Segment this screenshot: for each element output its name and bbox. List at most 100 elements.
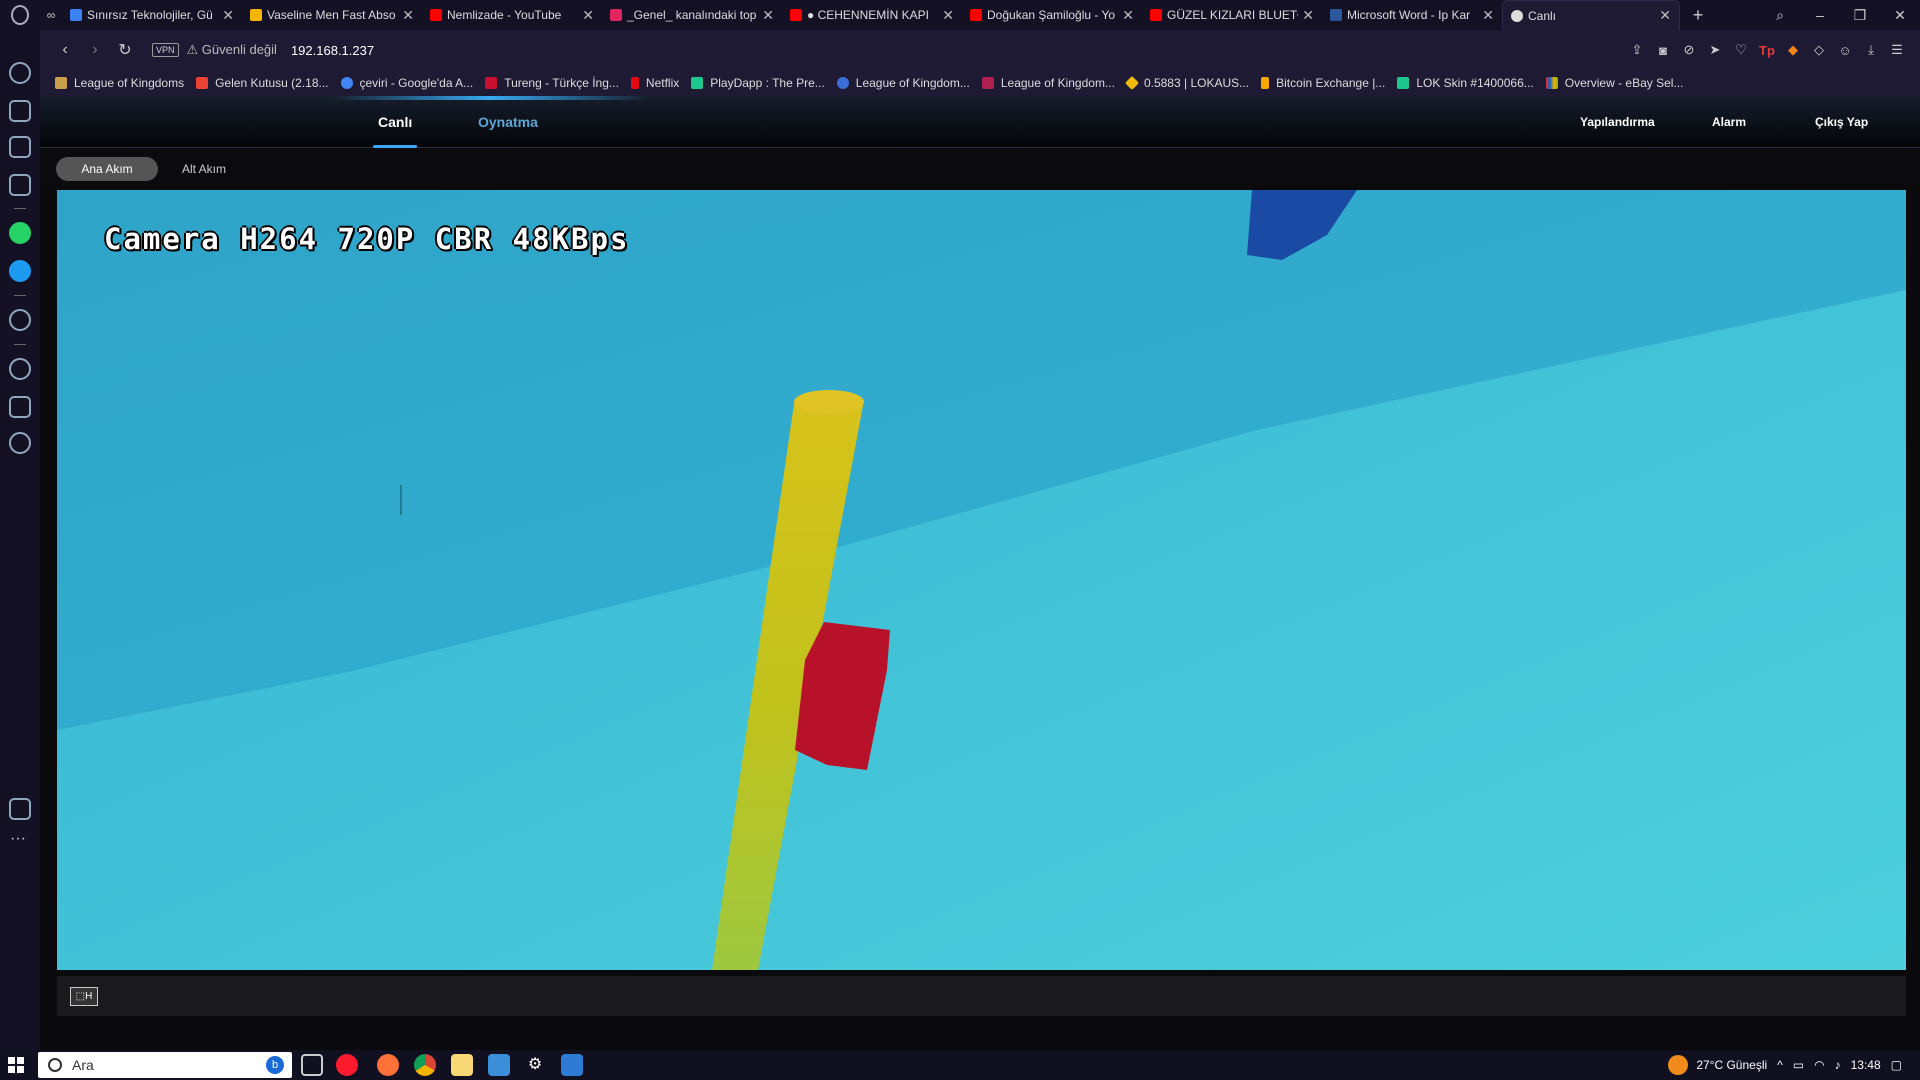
tab-configuration[interactable]: Yapılandırma (1580, 96, 1655, 148)
stream-quality-button[interactable]: ⬚H (70, 987, 98, 1006)
whatsapp-icon[interactable] (9, 222, 31, 244)
browser-tab[interactable]: Doğukan Şamiloğlu - Yo ✕ (962, 0, 1142, 30)
browser-tab-active[interactable]: Canlı ✕ (1502, 0, 1680, 30)
bookmark[interactable]: PlayDapp : The Pre... (691, 76, 825, 90)
easy-setup-menu-icon[interactable]: ☰ (1884, 42, 1910, 58)
tab-favicon-icon (610, 9, 622, 21)
close-tab-icon[interactable]: ✕ (402, 7, 414, 24)
sub-stream-button[interactable]: Alt Akım (168, 157, 240, 181)
tab-live[interactable]: Canlı (373, 96, 418, 148)
tab-menu-icon[interactable]: ∞ (40, 8, 62, 22)
close-window-icon[interactable]: ✕ (1880, 0, 1920, 30)
app-window-icon[interactable] (488, 1054, 510, 1076)
reload-icon[interactable]: ↻ (110, 35, 140, 65)
notifications-icon[interactable]: ▢ (1891, 1058, 1902, 1072)
windows-start-icon[interactable] (8, 1057, 24, 1073)
opera-taskbar-icon[interactable] (336, 1054, 358, 1076)
browser-tab[interactable]: Nemlizade - YouTube ✕ (422, 0, 602, 30)
vpn-badge[interactable]: VPN (152, 43, 179, 57)
settings-gear-icon[interactable]: ⚙ (524, 1054, 546, 1076)
tab-search-icon[interactable]: ⌕ (1760, 0, 1800, 30)
camera-osd-text: Camera H264 720P CBR 48KBps (104, 222, 630, 256)
battery-icon[interactable]: ▭ (1793, 1058, 1804, 1072)
gallery-icon[interactable] (9, 798, 31, 820)
history-icon[interactable] (9, 358, 31, 380)
close-tab-icon[interactable]: ✕ (1482, 7, 1494, 24)
bookmark[interactable]: Netflix (630, 76, 679, 90)
weather-sun-icon[interactable] (1668, 1055, 1689, 1075)
bookmark[interactable]: Tureng - Türkçe İng... (485, 76, 619, 90)
bookmark[interactable]: League of Kingdom... (836, 76, 970, 90)
bookmark[interactable]: LOK Skin #1400066... (1397, 76, 1534, 90)
more-icon[interactable]: ··· (10, 830, 26, 848)
main-stream-button[interactable]: Ana Akım (56, 157, 158, 181)
bookmarks-bar: League of Kingdoms Gelen Kutusu (2.18...… (40, 70, 1920, 96)
minimize-icon[interactable]: – (1800, 0, 1840, 30)
close-tab-icon[interactable]: ✕ (942, 7, 954, 24)
remote-desktop-icon[interactable] (561, 1054, 583, 1076)
forward-icon[interactable]: › (80, 35, 110, 65)
bookmark[interactable]: 0.5883 | LOKAUS... (1124, 75, 1249, 91)
browser-tab[interactable]: Microsoft Word - Ip Kar ✕ (1322, 0, 1502, 30)
send-icon[interactable]: ➤ (1702, 42, 1728, 58)
browser-tab[interactable]: GÜZEL KIZLARI BLUETO ✕ (1142, 0, 1322, 30)
bookmark[interactable]: Gelen Kutusu (2.18... (196, 76, 329, 90)
shopping-bag-icon[interactable] (9, 100, 31, 122)
taskbar-search[interactable]: Ara b (38, 1052, 292, 1078)
bookmark[interactable]: çeviri - Google'da A... (340, 76, 473, 90)
metamask-fox-icon[interactable]: ◆ (1780, 42, 1806, 58)
close-tab-icon[interactable]: ✕ (1122, 7, 1134, 24)
tab-playback[interactable]: Oynatma (478, 96, 538, 148)
profile-icon[interactable]: ☺ (1832, 43, 1858, 58)
close-tab-icon[interactable]: ✕ (762, 7, 774, 24)
restore-icon[interactable]: ❐ (1840, 0, 1880, 30)
bookmark[interactable]: Overview - eBay Sel... (1545, 76, 1683, 90)
camera-frame-image (57, 190, 1906, 970)
twitch-icon[interactable] (9, 136, 31, 158)
volume-icon[interactable]: ♪ (1835, 1058, 1841, 1072)
browser-tab[interactable]: _Genel_ kanalındaki top ✕ (602, 0, 782, 30)
task-view-icon[interactable] (301, 1054, 323, 1076)
settings-gear-icon[interactable] (9, 432, 31, 454)
new-tab-button[interactable]: + (1680, 5, 1716, 26)
live-video-view[interactable]: Camera H264 720P CBR 48KBps (57, 190, 1906, 970)
extensions-cube-icon[interactable] (9, 396, 31, 418)
adblock-icon[interactable]: ⊘ (1676, 42, 1702, 58)
share-icon[interactable]: ⇪ (1624, 42, 1650, 58)
stream-selector: Ana Akım Alt Akım (40, 148, 1920, 186)
security-warning[interactable]: ⚠ Güvenli değil (187, 42, 277, 58)
close-tab-icon[interactable]: ✕ (222, 7, 234, 24)
netflix-icon (630, 77, 639, 89)
bookmark[interactable]: League of Kingdoms (55, 76, 184, 90)
url-field[interactable]: 192.168.1.237 (291, 43, 374, 58)
back-icon[interactable]: ‹ (50, 35, 80, 65)
crypto-wallet-icon[interactable] (9, 174, 31, 196)
browser-tab[interactable]: Vaseline Men Fast Abso ✕ (242, 0, 422, 30)
heart-icon[interactable]: ♡ (1728, 42, 1754, 58)
tab-alarm[interactable]: Alarm (1712, 96, 1746, 148)
firefox-icon[interactable] (377, 1054, 399, 1076)
tray-chevron-icon[interactable]: ^ (1777, 1058, 1783, 1072)
bing-icon[interactable]: b (266, 1056, 284, 1074)
weather-text[interactable]: 27°C Güneşli (1696, 1058, 1767, 1072)
speed-dial-icon[interactable] (9, 62, 31, 84)
browser-tab[interactable]: ● CEHENNEMİN KAPI ✕ (782, 0, 962, 30)
logout-link[interactable]: Çıkış Yap (1815, 96, 1868, 148)
browser-tab[interactable]: Sınırsız Teknolojiler, Gü ✕ (62, 0, 242, 30)
cube-icon[interactable]: ◇ (1806, 42, 1832, 58)
opera-logo-icon[interactable] (0, 0, 40, 30)
download-icon[interactable]: ⤓ (1858, 42, 1884, 58)
bookmark[interactable]: League of Kingdom... (981, 76, 1115, 90)
extension-tp-icon[interactable]: Tp (1754, 43, 1780, 58)
clock[interactable]: 13:48 (1851, 1058, 1881, 1072)
snapshot-camera-icon[interactable]: ◙ (1650, 43, 1676, 58)
close-tab-icon[interactable]: ✕ (1302, 7, 1314, 24)
bookmark[interactable]: Bitcoin Exchange |... (1261, 76, 1385, 90)
close-tab-icon[interactable]: ✕ (1659, 7, 1671, 24)
wifi-icon[interactable]: ◠ (1814, 1058, 1824, 1072)
chrome-icon[interactable] (414, 1054, 436, 1076)
twitter-icon[interactable] (9, 260, 31, 282)
close-tab-icon[interactable]: ✕ (582, 7, 594, 24)
file-explorer-icon[interactable] (451, 1054, 473, 1076)
player-icon[interactable] (9, 309, 31, 331)
